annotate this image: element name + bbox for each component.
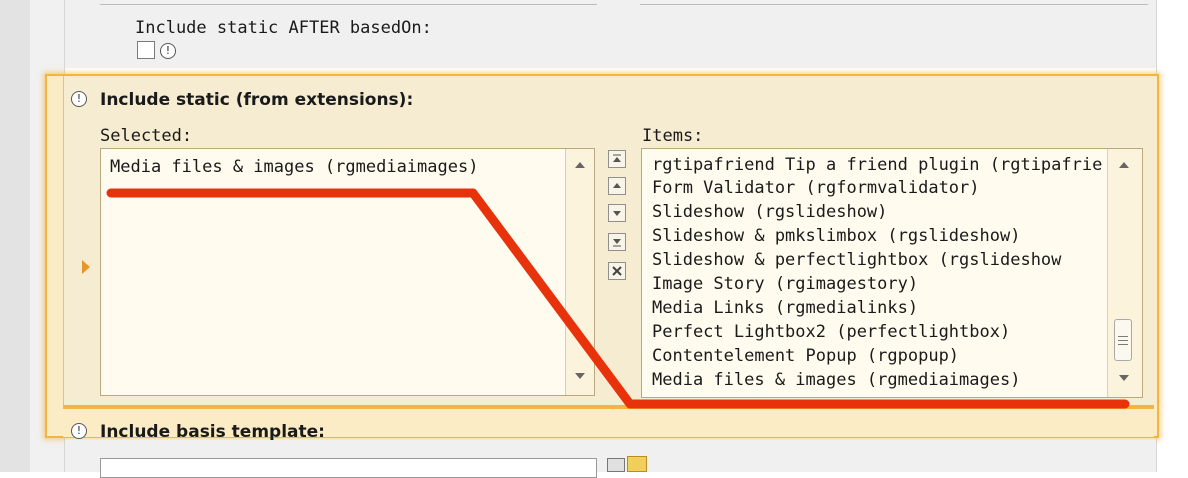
items-label: Items: bbox=[642, 126, 704, 146]
info-icon[interactable]: ! bbox=[71, 423, 87, 439]
right-panel-edge bbox=[1156, 0, 1188, 472]
expand-arrow-icon[interactable] bbox=[82, 260, 90, 274]
scroll-up-icon[interactable] bbox=[1119, 162, 1129, 168]
selected-label: Selected: bbox=[100, 126, 193, 146]
items-listbox[interactable]: rgtipafriend Tip a friend plugin (rgtipa… bbox=[641, 148, 1143, 398]
left-panel-edge bbox=[0, 0, 31, 472]
info-icon[interactable]: ! bbox=[160, 43, 176, 59]
basis-move-button[interactable] bbox=[607, 458, 625, 472]
previous-field-left bbox=[100, 0, 597, 5]
remove-button[interactable] bbox=[608, 262, 626, 280]
folder-icon[interactable] bbox=[627, 456, 647, 472]
previous-field-right bbox=[640, 0, 1148, 5]
move-down-button[interactable] bbox=[608, 204, 626, 222]
move-up-button[interactable] bbox=[608, 177, 626, 195]
list-item[interactable]: Form Validator (rgformvalidator) bbox=[652, 177, 980, 200]
list-item[interactable]: Image Story (rgimagestory) bbox=[652, 273, 918, 296]
remove-icon bbox=[612, 266, 622, 276]
basis-template-title: Include basis template: bbox=[100, 422, 325, 442]
move-bottom-button[interactable] bbox=[608, 233, 626, 251]
move-up-icon bbox=[613, 183, 621, 188]
move-top-button[interactable] bbox=[608, 150, 626, 168]
selected-scrollbar[interactable] bbox=[565, 149, 594, 395]
list-item[interactable]: Slideshow & perfectlightbox (rgslideshow bbox=[652, 249, 1061, 272]
list-item[interactable]: Slideshow (rgslideshow) bbox=[652, 201, 887, 224]
selected-item[interactable]: Media files & images (rgmediaimages) bbox=[110, 156, 478, 179]
items-scrollbar[interactable] bbox=[1107, 149, 1142, 397]
move-bottom-icon bbox=[613, 239, 621, 247]
list-item[interactable]: Media Links (rgmedialinks) bbox=[652, 297, 918, 320]
static-after-label: Include static AFTER basedOn: bbox=[135, 18, 432, 38]
list-item[interactable]: Media files & images (rgmediaimages) bbox=[652, 369, 1020, 392]
selected-listbox[interactable]: Media files & images (rgmediaimages) bbox=[100, 148, 595, 396]
basis-template-input[interactable] bbox=[100, 458, 597, 478]
scroll-up-icon[interactable] bbox=[575, 162, 585, 168]
static-after-checkbox[interactable] bbox=[137, 41, 155, 59]
scroll-down-icon[interactable] bbox=[1119, 375, 1129, 381]
move-down-icon bbox=[613, 211, 621, 216]
scroll-thumb[interactable] bbox=[1114, 319, 1132, 361]
section-title: Include static (from extensions): bbox=[100, 90, 414, 110]
move-top-icon bbox=[613, 154, 621, 162]
scroll-down-icon[interactable] bbox=[575, 373, 585, 379]
list-item[interactable]: Slideshow & pmkslimbox (rgslideshow) bbox=[652, 225, 1020, 248]
info-icon[interactable]: ! bbox=[71, 91, 87, 107]
list-item[interactable]: Perfect Lightbox2 (perfectlightbox) bbox=[652, 321, 1010, 344]
list-item[interactable]: Contentelement Popup (rgpopup) bbox=[652, 345, 959, 368]
list-item[interactable]: rgtipafriend Tip a friend plugin (rgtipa… bbox=[652, 154, 1102, 177]
